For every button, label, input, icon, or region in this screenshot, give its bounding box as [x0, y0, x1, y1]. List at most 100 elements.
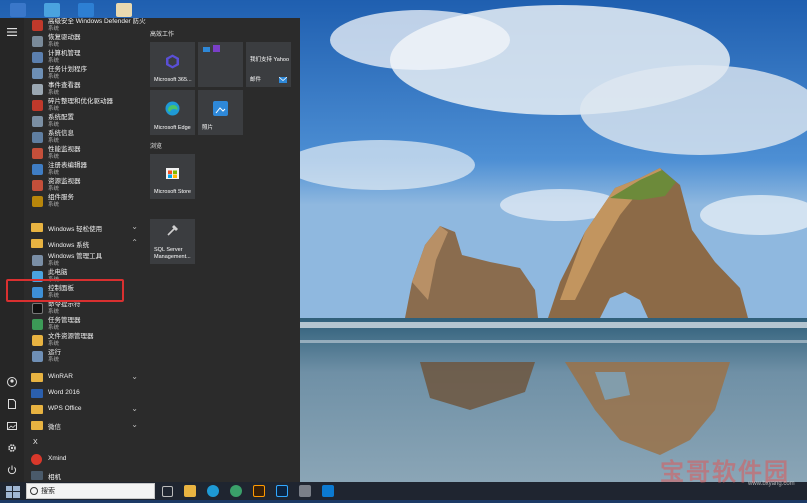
hamburger-icon — [7, 28, 17, 36]
chevron-down-icon: ⌄ — [131, 404, 138, 413]
app-item[interactable]: 注册表编辑器 系统 — [24, 162, 144, 177]
word-icon — [31, 389, 43, 398]
photos-icon — [213, 101, 228, 116]
app-item[interactable]: 运行 系统 — [24, 349, 144, 364]
camera-icon — [31, 471, 43, 480]
system-info-icon — [32, 132, 43, 143]
app-item[interactable]: 组件服务 系统 — [24, 194, 144, 209]
tile-section-title: 浏览 — [150, 144, 163, 150]
documents-button[interactable] — [4, 396, 20, 412]
start-menu: 高级安全 Windows Defender 防火墙 系统 恢复驱动器 系统 计算机管… — [0, 18, 300, 482]
app-item-word[interactable]: Word 2016 — [24, 386, 144, 401]
task-view-icon[interactable] — [162, 486, 173, 497]
tile-section-title: 高效工作 — [150, 32, 175, 38]
illustrator-taskbar-icon[interactable] — [253, 485, 265, 497]
admin-tools-icon — [32, 255, 43, 266]
app-item[interactable]: 资源监视器 系统 — [24, 178, 144, 193]
folder-icon — [31, 373, 43, 382]
app-item[interactable]: 性能监视器 系统 — [24, 146, 144, 161]
edge-beta-taskbar-icon[interactable] — [230, 485, 242, 497]
desktop-shortcut-icon[interactable] — [78, 3, 94, 17]
app-item-xmind[interactable]: Xmind — [24, 452, 144, 467]
mail-icon — [279, 77, 287, 83]
app-item[interactable]: 命令提示符 系统 — [24, 301, 144, 316]
store-icon — [166, 168, 179, 179]
desktop-icon-strip — [0, 0, 180, 18]
start-button[interactable] — [6, 485, 20, 498]
system-config-icon — [32, 116, 43, 127]
run-icon — [32, 351, 43, 362]
folder-icon — [31, 405, 43, 414]
task-scheduler-icon — [32, 68, 43, 79]
app-item[interactable]: 事件查看器 系统 — [24, 82, 144, 97]
user-account-button[interactable] — [4, 374, 20, 390]
app-list: 高级安全 Windows Defender 防火墙 系统 恢复驱动器 系统 计算机管… — [24, 18, 146, 482]
firewall-icon — [32, 20, 43, 31]
folder-icon — [31, 421, 43, 430]
app-item[interactable]: 任务管理器 系统 — [24, 317, 144, 332]
picture-icon — [7, 422, 17, 430]
edge-icon — [165, 101, 180, 116]
app-item[interactable]: 系统配置 系统 — [24, 114, 144, 129]
app-taskbar-icon[interactable] — [299, 485, 311, 497]
folder-icon — [31, 223, 43, 232]
folder-group-windows-system[interactable]: Windows 系统 ⌃ — [24, 236, 144, 251]
tile-multi-apps[interactable] — [198, 42, 243, 87]
folder-group-winrar[interactable]: WinRAR ⌄ — [24, 370, 144, 385]
tile-microsoft-store[interactable]: Microsoft Store — [150, 154, 195, 199]
app-item[interactable]: 文件资源管理器 系统 — [24, 333, 144, 348]
search-box[interactable]: 搜索 — [26, 483, 155, 499]
chevron-up-icon: ⌃ — [131, 238, 138, 247]
tile-microsoft-edge[interactable]: Microsoft Edge — [150, 90, 195, 135]
mini-app-icon — [213, 45, 220, 52]
gear-icon — [8, 444, 16, 452]
settings-button[interactable] — [4, 440, 20, 456]
photoshop-taskbar-icon[interactable] — [276, 485, 288, 497]
power-button[interactable] — [4, 462, 20, 478]
vscode-taskbar-icon[interactable] — [322, 485, 334, 497]
resource-monitor-icon — [32, 180, 43, 191]
recovery-drive-icon — [32, 36, 43, 47]
desktop-shortcut-icon[interactable] — [44, 3, 60, 17]
app-item[interactable]: 系统信息 系统 — [24, 130, 144, 145]
tile-microsoft-365[interactable]: Microsoft 365... — [150, 42, 195, 87]
highlight-box — [6, 279, 124, 302]
user-icon — [7, 377, 17, 387]
folder-group-wechat[interactable]: 微信 ⌄ — [24, 418, 144, 433]
defragment-icon — [32, 100, 43, 111]
office-icon — [166, 54, 179, 69]
tile-yahoo-mail[interactable]: 我们支持 Yahoo 邮件 — [246, 42, 291, 87]
folder-group-ease-of-access[interactable]: Windows 轻松使用 ⌄ — [24, 220, 144, 235]
sql-server-icon — [167, 225, 178, 236]
mini-app-icon — [203, 47, 210, 52]
app-item[interactable]: 高级安全 Windows Defender 防火墙 系统 — [24, 18, 146, 33]
folder-icon — [31, 239, 43, 248]
document-icon — [8, 399, 16, 409]
letter-header-x[interactable]: X — [33, 439, 38, 446]
app-item-camera[interactable]: 相机 — [24, 468, 144, 482]
folder-group-wps[interactable]: WPS Office ⌄ — [24, 402, 144, 417]
power-icon — [7, 465, 17, 475]
xmind-icon — [31, 454, 42, 465]
edge-taskbar-icon[interactable] — [207, 485, 219, 497]
expand-menu-button[interactable] — [4, 24, 20, 40]
search-icon — [30, 487, 38, 495]
pictures-button[interactable] — [4, 418, 20, 434]
desktop-shortcut-icon[interactable] — [116, 3, 132, 17]
chevron-down-icon: ⌄ — [131, 222, 138, 231]
app-item[interactable]: 碎片整理和优化驱动器 系统 — [24, 98, 144, 113]
performance-monitor-icon — [32, 148, 43, 159]
start-rail — [0, 18, 24, 482]
command-prompt-icon — [32, 303, 43, 314]
tile-photos[interactable]: 照片 — [198, 90, 243, 135]
tile-sql-server[interactable]: SQL Server Management... — [150, 219, 195, 264]
desktop-shortcut-icon[interactable] — [10, 3, 26, 17]
tile-area: 高效工作 Microsoft 365... 我们支持 Yahoo 邮件 Micr… — [146, 18, 300, 482]
task-manager-icon — [32, 319, 43, 330]
app-item[interactable]: 恢复驱动器 系统 — [24, 34, 144, 49]
app-item[interactable]: Windows 管理工具 系统 — [24, 253, 144, 268]
file-explorer-icon — [32, 335, 43, 346]
app-item[interactable]: 计算机管理 系统 — [24, 50, 144, 65]
app-item[interactable]: 任务计划程序 系统 — [24, 66, 144, 81]
explorer-taskbar-icon[interactable] — [184, 485, 196, 497]
